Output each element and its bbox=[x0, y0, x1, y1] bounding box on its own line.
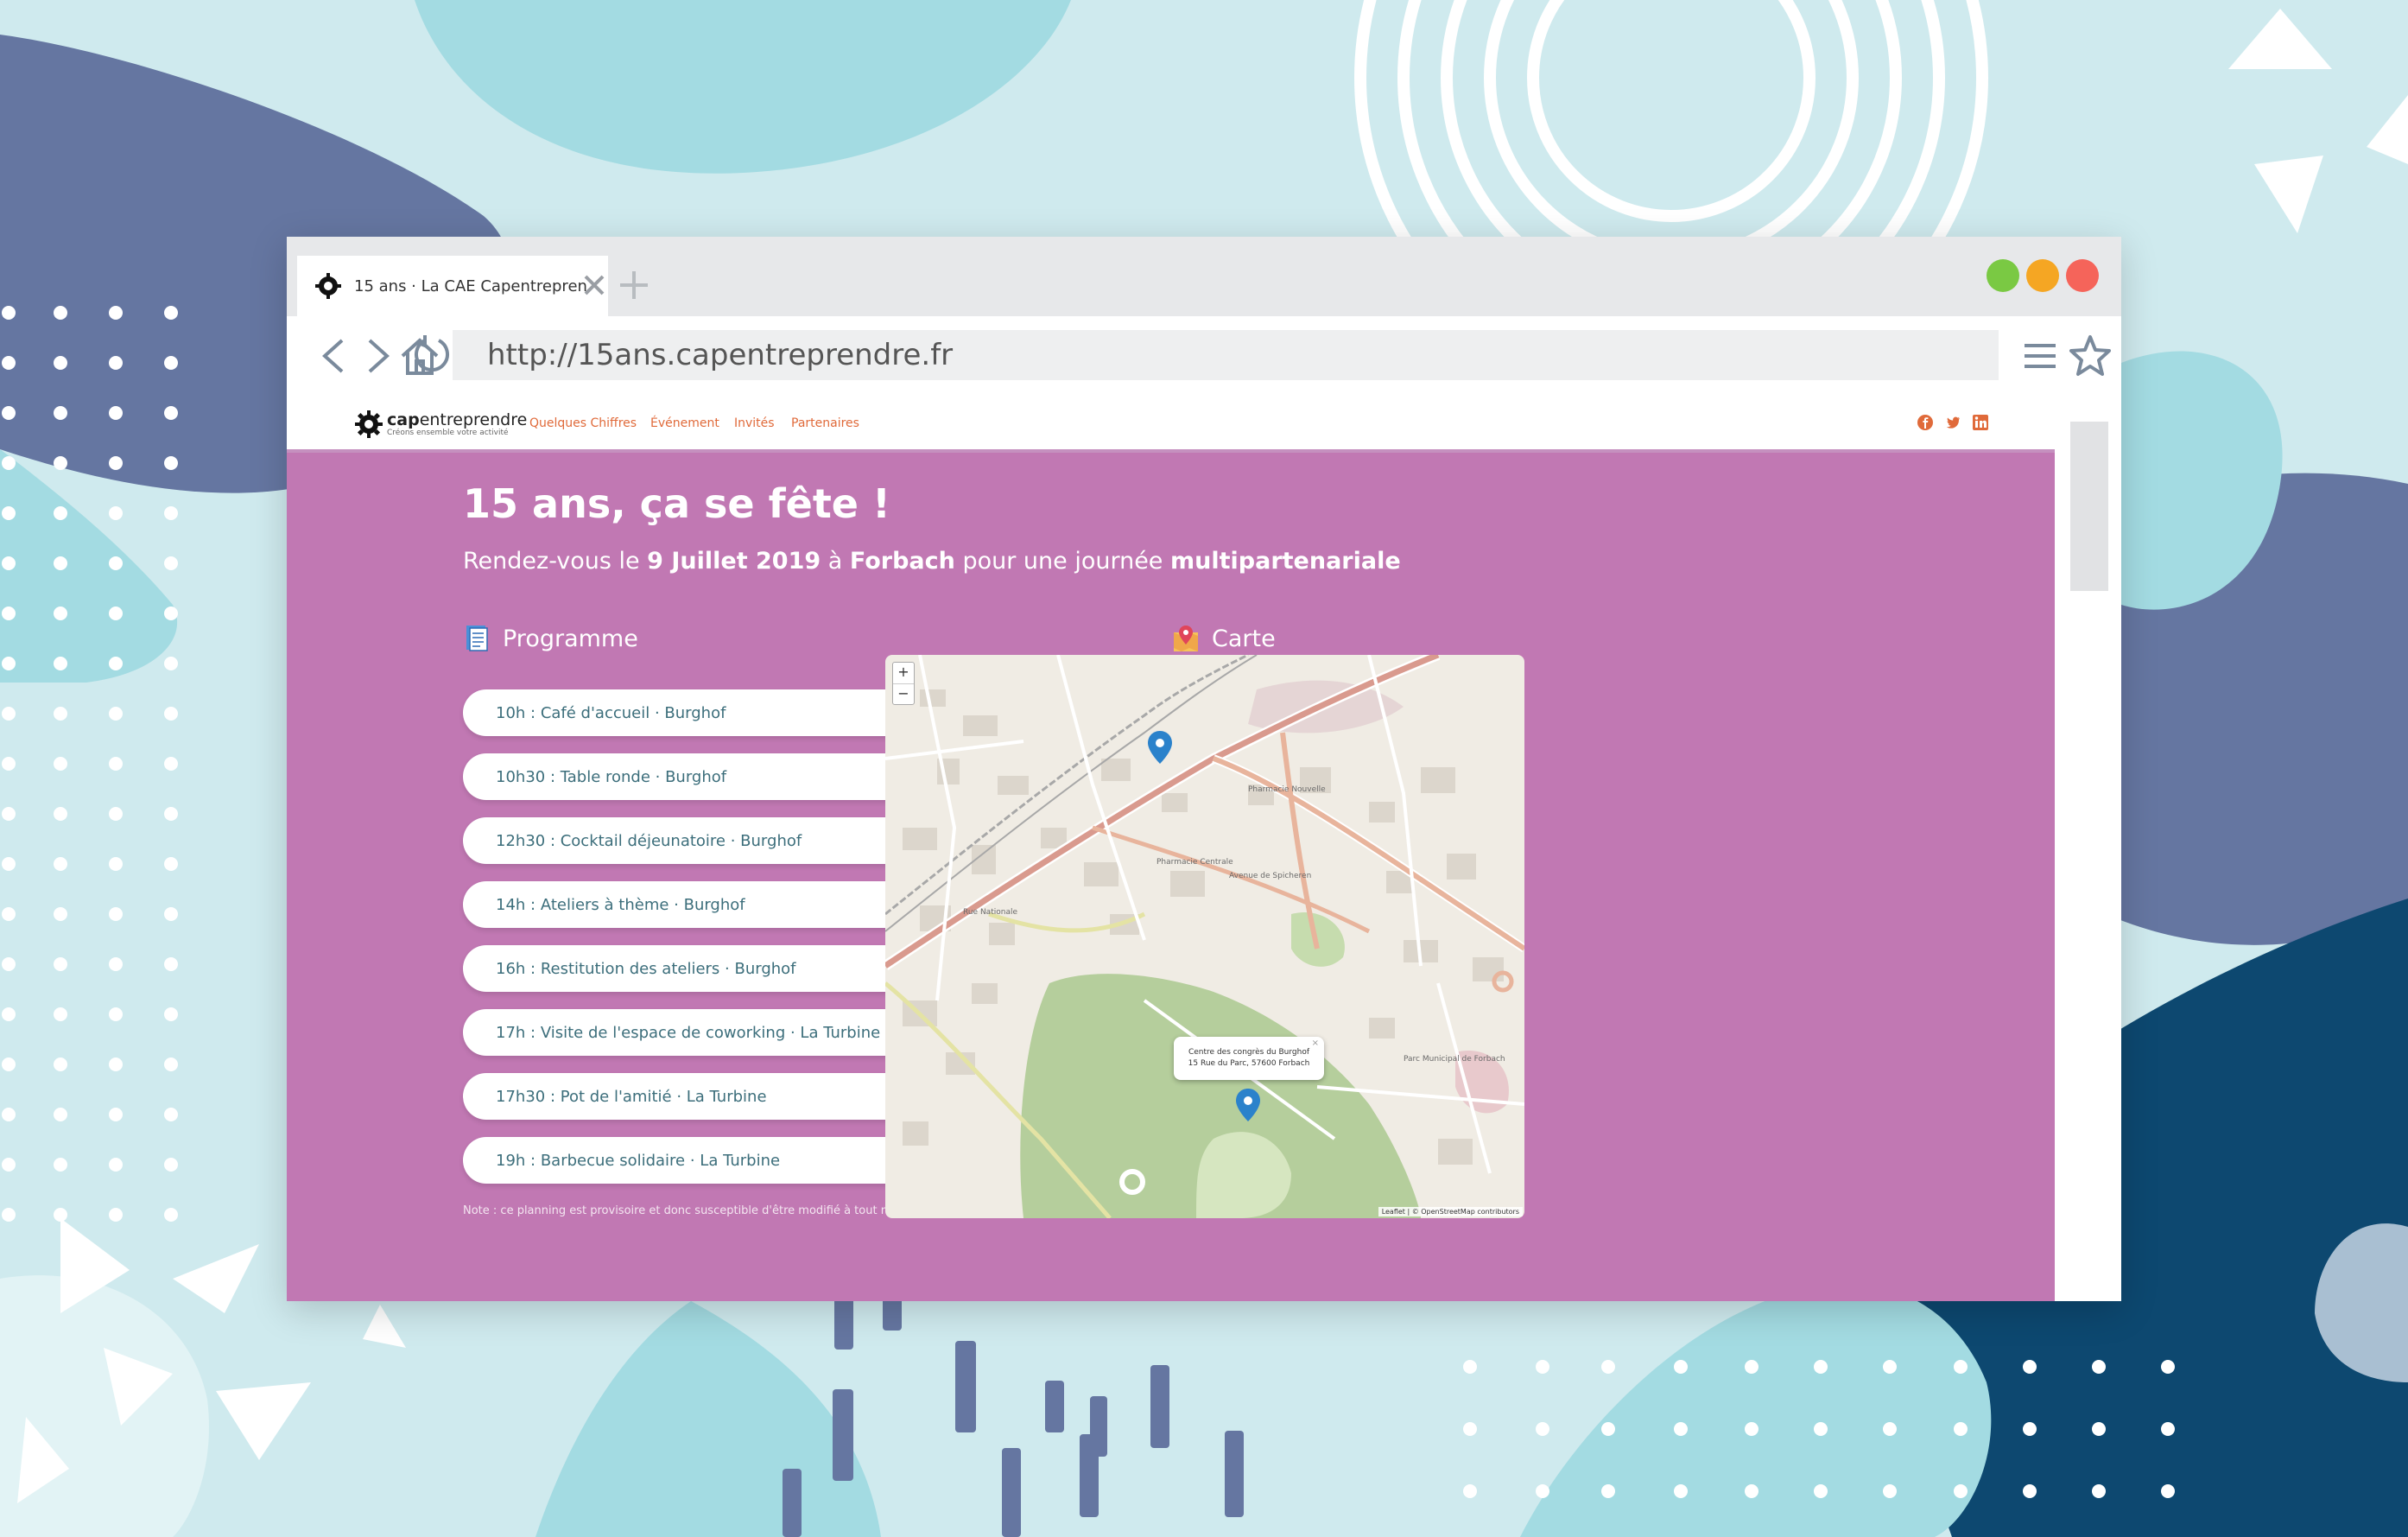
map-label-parc-municipal: Parc Municipal de Forbach bbox=[1404, 1055, 1505, 1064]
close-tab-icon[interactable] bbox=[577, 268, 612, 302]
window-close-button[interactable] bbox=[2066, 259, 2099, 292]
programme-item-text: 19h : Barbecue solidaire · La Turbine bbox=[496, 1151, 781, 1170]
forward-arrow-icon[interactable] bbox=[354, 333, 399, 378]
carte-heading: Carte bbox=[1172, 624, 1276, 653]
map-label-rue-nationale: Rue Nationale bbox=[963, 908, 1017, 917]
map-tiles[interactable]: Pharmacie Nouvelle Pharmacie Centrale Av… bbox=[885, 655, 1524, 1218]
hero-subtitle: Rendez-vous le 9 Juillet 2019 à Forbach … bbox=[463, 548, 1401, 575]
tab-title: 15 ans · La CAE Capentrepren bbox=[354, 276, 587, 295]
programme-item-text: 16h : Restitution des ateliers · Burghof bbox=[496, 959, 796, 978]
logo-text-rest: entreprendre bbox=[419, 410, 528, 429]
logo-text-bold: cap bbox=[387, 410, 420, 429]
map-label-avenue-spicheren: Avenue de Spicheren bbox=[1229, 872, 1311, 880]
programme-item-text: 17h30 : Pot de l'amitié · La Turbine bbox=[496, 1087, 767, 1106]
map-zoom-controls: + − bbox=[892, 662, 915, 705]
map-attribution[interactable]: Leaflet | © OpenStreetMap contributors bbox=[1378, 1207, 1523, 1216]
twitter-icon[interactable] bbox=[1943, 413, 1962, 432]
bookmark-star-icon[interactable] bbox=[2068, 333, 2113, 378]
carte-heading-text: Carte bbox=[1212, 625, 1276, 652]
nav-link-partenaires[interactable]: Partenaires bbox=[791, 416, 859, 430]
capentreprendre-favicon-icon bbox=[315, 273, 341, 299]
site-logo[interactable]: capentreprendre Créons ensemble votre ac… bbox=[354, 410, 527, 439]
popup-venue-address: 15 Rue du Parc, 57600 Forbach bbox=[1188, 1059, 1310, 1068]
popup-venue-name: Centre des congrès du Burghof bbox=[1188, 1048, 1309, 1057]
subtitle-part: Rendez-vous le bbox=[463, 548, 648, 575]
page-title: 15 ans, ça se fête ! bbox=[463, 480, 890, 527]
programme-document-icon bbox=[466, 626, 488, 651]
back-arrow-icon[interactable] bbox=[313, 333, 358, 378]
event-place: Forbach bbox=[849, 548, 955, 575]
map-label-pharmacie-nouvelle: Pharmacie Nouvelle bbox=[1248, 785, 1326, 794]
reload-icon[interactable] bbox=[409, 332, 454, 377]
browser-tab[interactable]: 15 ans · La CAE Capentrepren bbox=[297, 256, 608, 316]
vertical-scrollbar[interactable] bbox=[2055, 399, 2121, 1301]
hamburger-menu-icon[interactable] bbox=[2018, 333, 2063, 378]
zoom-in-button[interactable]: + bbox=[893, 663, 914, 684]
event-date: 9 Juillet 2019 bbox=[647, 548, 821, 575]
map-popup: × Centre des congrès du Burghof 15 Rue d… bbox=[1174, 1037, 1324, 1080]
nav-link-quelques-chiffres[interactable]: Quelques Chiffres bbox=[529, 416, 637, 430]
logo-tagline: Créons ensemble votre activité bbox=[387, 429, 509, 437]
programme-item-text: 12h30 : Cocktail déjeunatoire · Burghof bbox=[496, 831, 802, 850]
subtitle-part: à bbox=[821, 548, 850, 575]
url-bar[interactable]: http://15ans.capentreprendre.fr bbox=[415, 330, 1999, 380]
zoom-out-button[interactable]: − bbox=[893, 684, 914, 705]
url-text: http://15ans.capentreprendre.fr bbox=[487, 338, 954, 372]
cap-gear-logo-icon bbox=[355, 410, 383, 438]
site-header: capentreprendre Créons ensemble votre ac… bbox=[287, 399, 2055, 453]
linkedin-icon[interactable] bbox=[1971, 413, 1990, 432]
window-minimize-button[interactable] bbox=[2026, 259, 2059, 292]
tab-bar: 15 ans · La CAE Capentrepren bbox=[287, 237, 2121, 316]
map-pin-icon bbox=[1174, 626, 1198, 651]
facebook-icon[interactable] bbox=[1916, 413, 1935, 432]
programme-item-text: 14h : Ateliers à thème · Burghof bbox=[496, 895, 745, 914]
nav-link-invites[interactable]: Invités bbox=[734, 416, 775, 430]
scrollbar-thumb[interactable] bbox=[2070, 422, 2108, 591]
address-bar-row: http://15ans.capentreprendre.fr bbox=[287, 316, 2121, 399]
new-tab-icon[interactable] bbox=[615, 266, 653, 304]
window-maximize-button[interactable] bbox=[1987, 259, 2019, 292]
popup-close-icon[interactable]: × bbox=[1312, 1038, 1319, 1048]
programme-heading: Programme bbox=[463, 624, 638, 653]
map-label-pharmacie-centrale: Pharmacie Centrale bbox=[1156, 858, 1233, 867]
programme-item-text: 10h30 : Table ronde · Burghof bbox=[496, 767, 727, 786]
programme-note: Note : ce planning est provisoire et don… bbox=[463, 1204, 932, 1217]
nav-link-evenement[interactable]: Événement bbox=[650, 416, 719, 430]
event-type: multipartenariale bbox=[1170, 548, 1401, 575]
subtitle-part: pour une journée bbox=[954, 548, 1171, 575]
programme-heading-text: Programme bbox=[503, 625, 638, 652]
event-map[interactable]: Pharmacie Nouvelle Pharmacie Centrale Av… bbox=[885, 655, 1524, 1218]
programme-item-text: 17h : Visite de l'espace de coworking · … bbox=[496, 1023, 881, 1042]
programme-item-text: 10h : Café d'accueil · Burghof bbox=[496, 703, 726, 722]
